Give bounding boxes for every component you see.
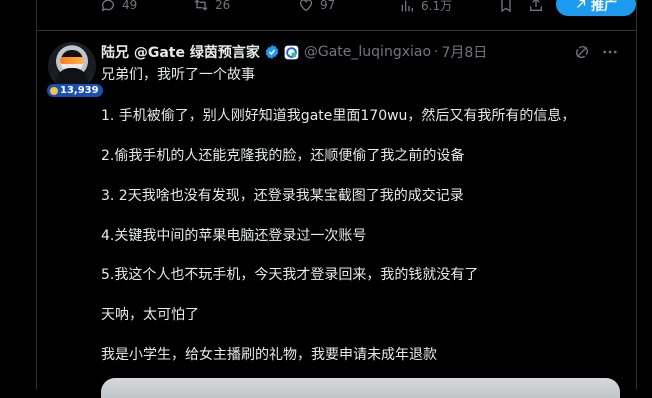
author-handle[interactable]: @Gate_luqingxiao — [304, 44, 431, 60]
tweet-header: 陆兄 @Gate 绿茵预言家 @Gate_luqingxiao · 7月8日 — [101, 42, 487, 62]
bookmark-button[interactable] — [498, 0, 514, 13]
follower-count-badge: 13,939 — [47, 84, 103, 97]
tweet-text-line: 5.我这个人也不玩手机，今天我才登录回来，我的钱就没有了 — [101, 267, 479, 283]
more-options-icon[interactable] — [601, 43, 619, 61]
like-count: 97 — [320, 0, 336, 12]
tweet-text-line: 天呐，太可怕了 — [101, 307, 199, 323]
views-count: 6.1万 — [421, 0, 453, 13]
tweet-media-image[interactable] — [101, 378, 620, 398]
previous-tweet-actions: 49 26 97 6.1万 推广 — [36, 0, 636, 18]
avatar[interactable] — [48, 42, 96, 90]
promote-button[interactable]: 推广 — [556, 0, 636, 16]
author-display-name[interactable]: 陆兄 @Gate 绿茵预言家 — [101, 42, 260, 62]
retweet-count: 26 — [215, 0, 231, 12]
like-button[interactable]: 97 — [298, 0, 335, 13]
medal-icon — [50, 86, 58, 95]
gate-affiliate-icon — [284, 45, 299, 59]
reply-button[interactable]: 49 — [100, 0, 137, 13]
follower-count: 13,939 — [60, 85, 99, 96]
promote-label: 推广 — [590, 0, 617, 14]
views-button[interactable]: 6.1万 — [399, 0, 452, 14]
share-button[interactable] — [528, 0, 544, 13]
tweet-text-line: 3. 2天我啥也没有发现，还登录我某宝截图了我的成交记录 — [101, 188, 464, 204]
heart-icon — [300, 0, 312, 12]
retweet-button[interactable]: 26 — [193, 0, 230, 13]
reply-count: 49 — [122, 0, 138, 12]
timeline-border-left — [36, 0, 37, 389]
tweet-text-line: 兄弟们，我听了一个故事 — [101, 67, 255, 83]
tweet-text-line: 2.偷我手机的人还能克隆我的脸，还顺便偷了我之前的设备 — [101, 148, 465, 164]
reply-icon — [101, 0, 114, 12]
tweet-divider — [36, 30, 636, 31]
grok-icon[interactable] — [574, 44, 590, 60]
timeline-border-right — [636, 0, 637, 389]
share-icon — [530, 0, 542, 11]
verified-badge-icon — [265, 45, 279, 59]
retweet-icon — [194, 0, 208, 11]
promote-icon — [577, 0, 586, 8]
tweet-date[interactable]: 7月8日 — [441, 42, 487, 62]
tweet-text-line: 1. 手机被偷了，别人刚好知道我gate里面170wu，然后又有我所有的信息， — [101, 108, 576, 124]
separator-dot: · — [434, 44, 439, 60]
bookmark-icon — [501, 0, 511, 13]
views-chart-icon — [401, 0, 413, 11]
tweet-text-line: 4.关键我中间的苹果电脑还登录过一次账号 — [101, 228, 367, 244]
tweet-text-line: 我是小学生，给女主播刷的礼物，我要申请未成年退款 — [101, 347, 437, 363]
